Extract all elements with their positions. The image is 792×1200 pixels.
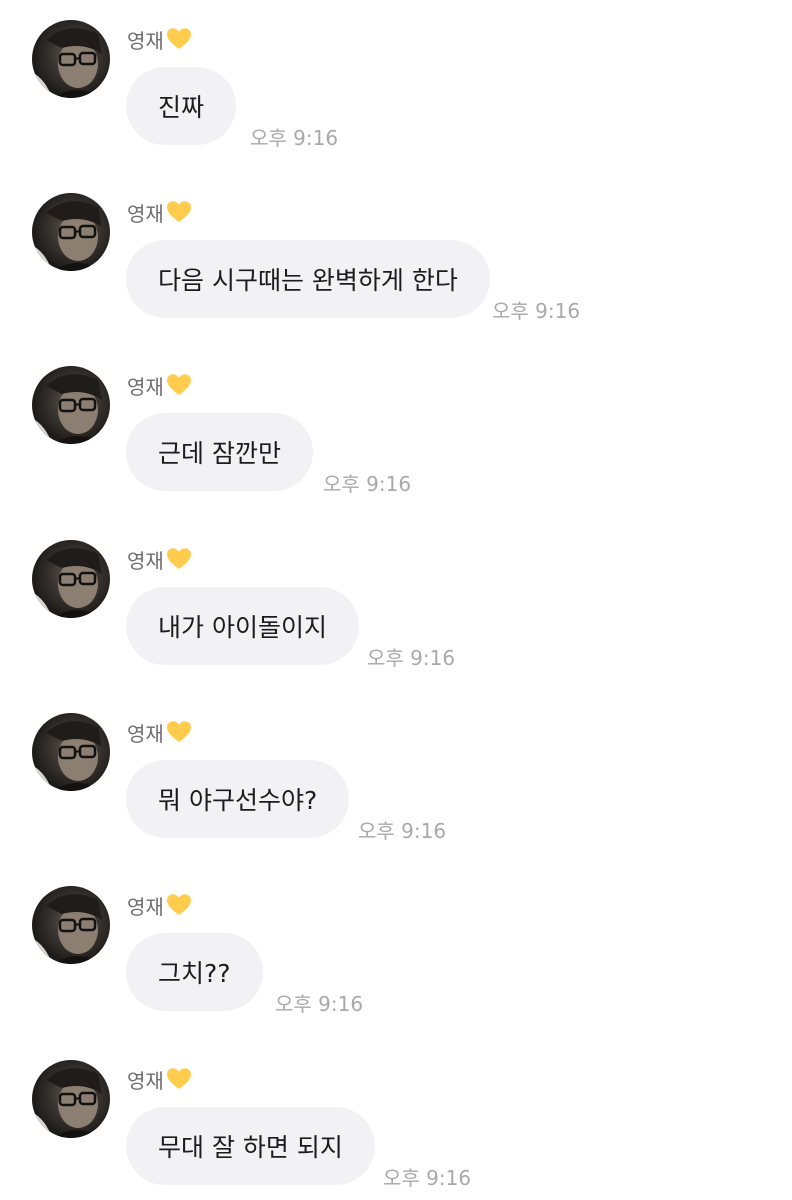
sender: 영재 (127, 370, 192, 400)
sender-name: 영재 (127, 28, 164, 53)
sender: 영재 (127, 544, 192, 574)
message-bubble[interactable]: 근데 잠깐만 (126, 413, 313, 491)
message-timestamp: 오후 9:16 (383, 1166, 472, 1190)
yellow-heart-icon (166, 720, 192, 744)
message-timestamp: 오후 9:16 (323, 472, 412, 496)
yellow-heart-icon (166, 547, 192, 571)
avatar[interactable] (32, 1060, 110, 1138)
sender: 영재 (127, 197, 192, 227)
sender: 영재 (127, 890, 192, 920)
sender-name: 영재 (127, 548, 164, 573)
message-group: 영재 무대 잘 하면 되지 오후 9:16 (0, 1040, 792, 1200)
message-group: 영재 그치?? 오후 9:16 (0, 866, 792, 1026)
sender-name: 영재 (127, 374, 164, 399)
message-timestamp: 오후 9:16 (492, 299, 581, 323)
sender-name: 영재 (127, 201, 164, 226)
message-bubble[interactable]: 뭐 야구선수야? (126, 760, 350, 838)
message-bubble[interactable]: 진짜 (126, 67, 237, 145)
sender: 영재 (127, 1064, 192, 1094)
message-bubble[interactable]: 다음 시구때는 완벽하게 한다 (126, 240, 490, 318)
message-timestamp: 오후 9:16 (275, 992, 364, 1016)
message-bubble[interactable]: 내가 아이돌이지 (126, 587, 359, 665)
avatar[interactable] (32, 540, 110, 618)
avatar[interactable] (32, 886, 110, 964)
sender: 영재 (127, 717, 192, 747)
yellow-heart-icon (166, 200, 192, 224)
message-timestamp: 오후 9:16 (250, 126, 339, 150)
avatar[interactable] (32, 193, 110, 271)
sender-name: 영재 (127, 1068, 164, 1093)
message-group: 영재 뭐 야구선수야? 오후 9:16 (0, 693, 792, 853)
sender: 영재 (127, 24, 192, 54)
yellow-heart-icon (166, 1067, 192, 1091)
yellow-heart-icon (166, 27, 192, 51)
avatar[interactable] (32, 20, 110, 98)
chat-message-list[interactable]: 영재 진짜 오후 9:16 영재 다음 시구때는 완벽하게 한다 오후 9:16… (0, 0, 792, 1200)
yellow-heart-icon (166, 373, 192, 397)
message-group: 영재 다음 시구때는 완벽하게 한다 오후 9:16 (0, 173, 792, 333)
sender-name: 영재 (127, 721, 164, 746)
message-timestamp: 오후 9:16 (358, 819, 447, 843)
message-group: 영재 진짜 오후 9:16 (0, 0, 792, 160)
avatar[interactable] (32, 713, 110, 791)
message-bubble[interactable]: 그치?? (126, 933, 263, 1011)
message-group: 영재 내가 아이돌이지 오후 9:16 (0, 520, 792, 680)
message-timestamp: 오후 9:16 (367, 646, 456, 670)
sender-name: 영재 (127, 894, 164, 919)
message-bubble[interactable]: 무대 잘 하면 되지 (126, 1107, 375, 1185)
message-group: 영재 근데 잠깐만 오후 9:16 (0, 346, 792, 506)
avatar[interactable] (32, 366, 110, 444)
yellow-heart-icon (166, 893, 192, 917)
